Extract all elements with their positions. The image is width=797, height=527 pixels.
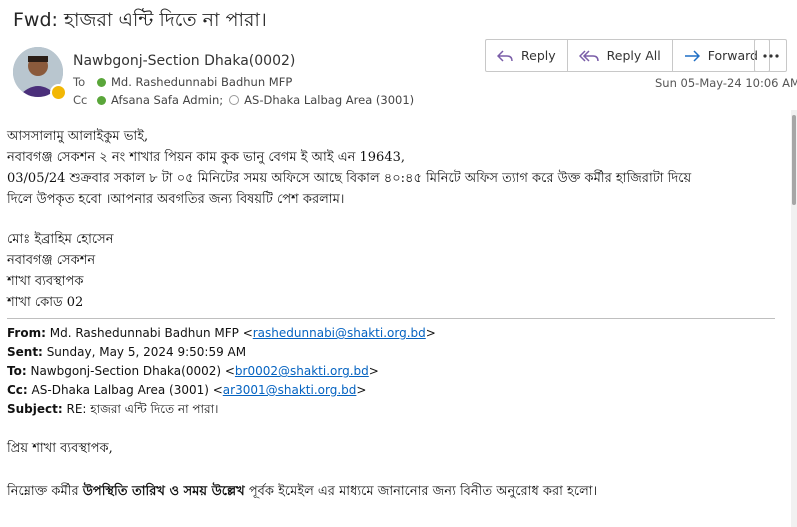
reply-all-button[interactable]: Reply All	[568, 40, 673, 71]
signature-name: মোঃ ইব্রাহিম হোসেন	[7, 232, 114, 247]
to-recipient[interactable]: Md. Rashedunnabi Badhun MFP	[111, 75, 292, 89]
fwd-message: নিম্নোক্ত কর্মীর উপস্থিতি তারিখ ও সময় উ…	[7, 482, 597, 503]
reply-all-label: Reply All	[606, 48, 661, 63]
body-line-2: 03/05/24 শুক্রবার সকাল ৮ টা ০৫ মিনিটের স…	[7, 171, 692, 186]
forward-divider	[7, 318, 775, 319]
more-icon	[762, 53, 779, 58]
cc-recipient-1[interactable]: Afsana Safa Admin;	[111, 93, 223, 107]
fwd-sent-label: Sent:	[7, 345, 43, 359]
fwd-to-email-link[interactable]: br0002@shakti.org.bd	[235, 364, 369, 378]
fwd-sent-value: Sunday, May 5, 2024 9:50:59 AM	[46, 345, 247, 359]
fwd-cc-label: Cc:	[7, 383, 28, 397]
fwd-from-email-link[interactable]: rashedunnabi@shakti.org.bd	[253, 326, 426, 340]
away-status-icon	[50, 84, 67, 101]
signature-section: নবাবগঞ্জ সেকশন	[7, 253, 96, 268]
fwd-cc-name: AS-Dhaka Lalbag Area (3001) <	[31, 383, 223, 397]
offline-status-icon	[229, 95, 240, 105]
cc-row: Cc Afsana Safa Admin; AS-Dhaka Lalbag Ar…	[73, 93, 414, 107]
fwd-to-label: To:	[7, 364, 27, 378]
signature-code: শাখা কোড 02	[7, 295, 84, 310]
fwd-to-name: Nawbgonj-Section Dhaka(0002) <	[30, 364, 235, 378]
fwd-message-pre: নিম্নোক্ত কর্মীর	[7, 484, 79, 499]
cc-recipient-2[interactable]: AS-Dhaka Lalbag Area (3001)	[244, 93, 414, 107]
forward-label: Forward	[707, 48, 758, 63]
online-status-icon	[97, 95, 106, 105]
message-actions: Reply Reply All Forward	[485, 39, 770, 72]
more-actions-button[interactable]	[754, 39, 787, 72]
scrollbar-thumb[interactable]	[792, 115, 796, 205]
forward-icon	[684, 49, 700, 62]
reply-label: Reply	[521, 48, 556, 63]
fwd-from-end: >	[425, 326, 436, 340]
fwd-from-label: From:	[7, 326, 46, 340]
email-subject: Fwd: হাজরা এন্টি দিতে না পারা।	[13, 9, 267, 31]
body-greeting: আসসালামু আলাইকুম ভাই,	[7, 129, 149, 144]
fwd-cc: Cc: AS-Dhaka Lalbag Area (3001) <ar3001@…	[7, 383, 366, 397]
fwd-cc-end: >	[356, 383, 367, 397]
reply-button[interactable]: Reply	[486, 40, 568, 71]
fwd-message-bold: উপস্থিতি তারিখ ও সময় উল্লেখ	[82, 484, 245, 499]
fwd-salutation: প্রিয় শাখা ব্যবস্থাপক,	[7, 441, 113, 456]
sender-name[interactable]: Nawbgonj-Section Dhaka(0002)	[73, 53, 295, 69]
to-label: To	[73, 75, 86, 89]
received-date: Sun 05-May-24 10:06 AM	[655, 76, 797, 90]
fwd-to-end: >	[368, 364, 379, 378]
signature-title: শাখা ব্যবস্থাপক	[7, 274, 84, 289]
body-line-3: দিলে উপকৃত হবো ।আপনার অবগতির জন্য বিষয়ট…	[7, 192, 345, 207]
fwd-cc-email-link[interactable]: ar3001@shakti.org.bd	[223, 383, 357, 397]
fwd-subject-value: RE: হাজরা এন্টি দিতে না পারা।	[66, 402, 219, 416]
to-row: To Md. Rashedunnabi Badhun MFP	[73, 75, 292, 89]
fwd-sent: Sent: Sunday, May 5, 2024 9:50:59 AM	[7, 345, 246, 359]
cc-label: Cc	[73, 93, 88, 107]
body-line-1: নবাবগঞ্জ সেকশন ২ নং শাখার পিয়ন কাম কুক …	[7, 150, 406, 165]
fwd-to: To: Nawbgonj-Section Dhaka(0002) <br0002…	[7, 364, 379, 378]
fwd-from: From: Md. Rashedunnabi Badhun MFP <rashe…	[7, 326, 436, 340]
reply-icon	[497, 49, 513, 62]
online-status-icon	[97, 77, 106, 87]
fwd-from-name: Md. Rashedunnabi Badhun MFP <	[49, 326, 253, 340]
fwd-message-post: পূর্বক ইমেইল এর মাধ্যমে জানানোর জন্য বিন…	[248, 484, 598, 499]
fwd-subject: Subject: RE: হাজরা এন্টি দিতে না পারা।	[7, 401, 218, 421]
fwd-subject-label: Subject:	[7, 402, 63, 416]
reply-all-icon	[578, 49, 599, 62]
